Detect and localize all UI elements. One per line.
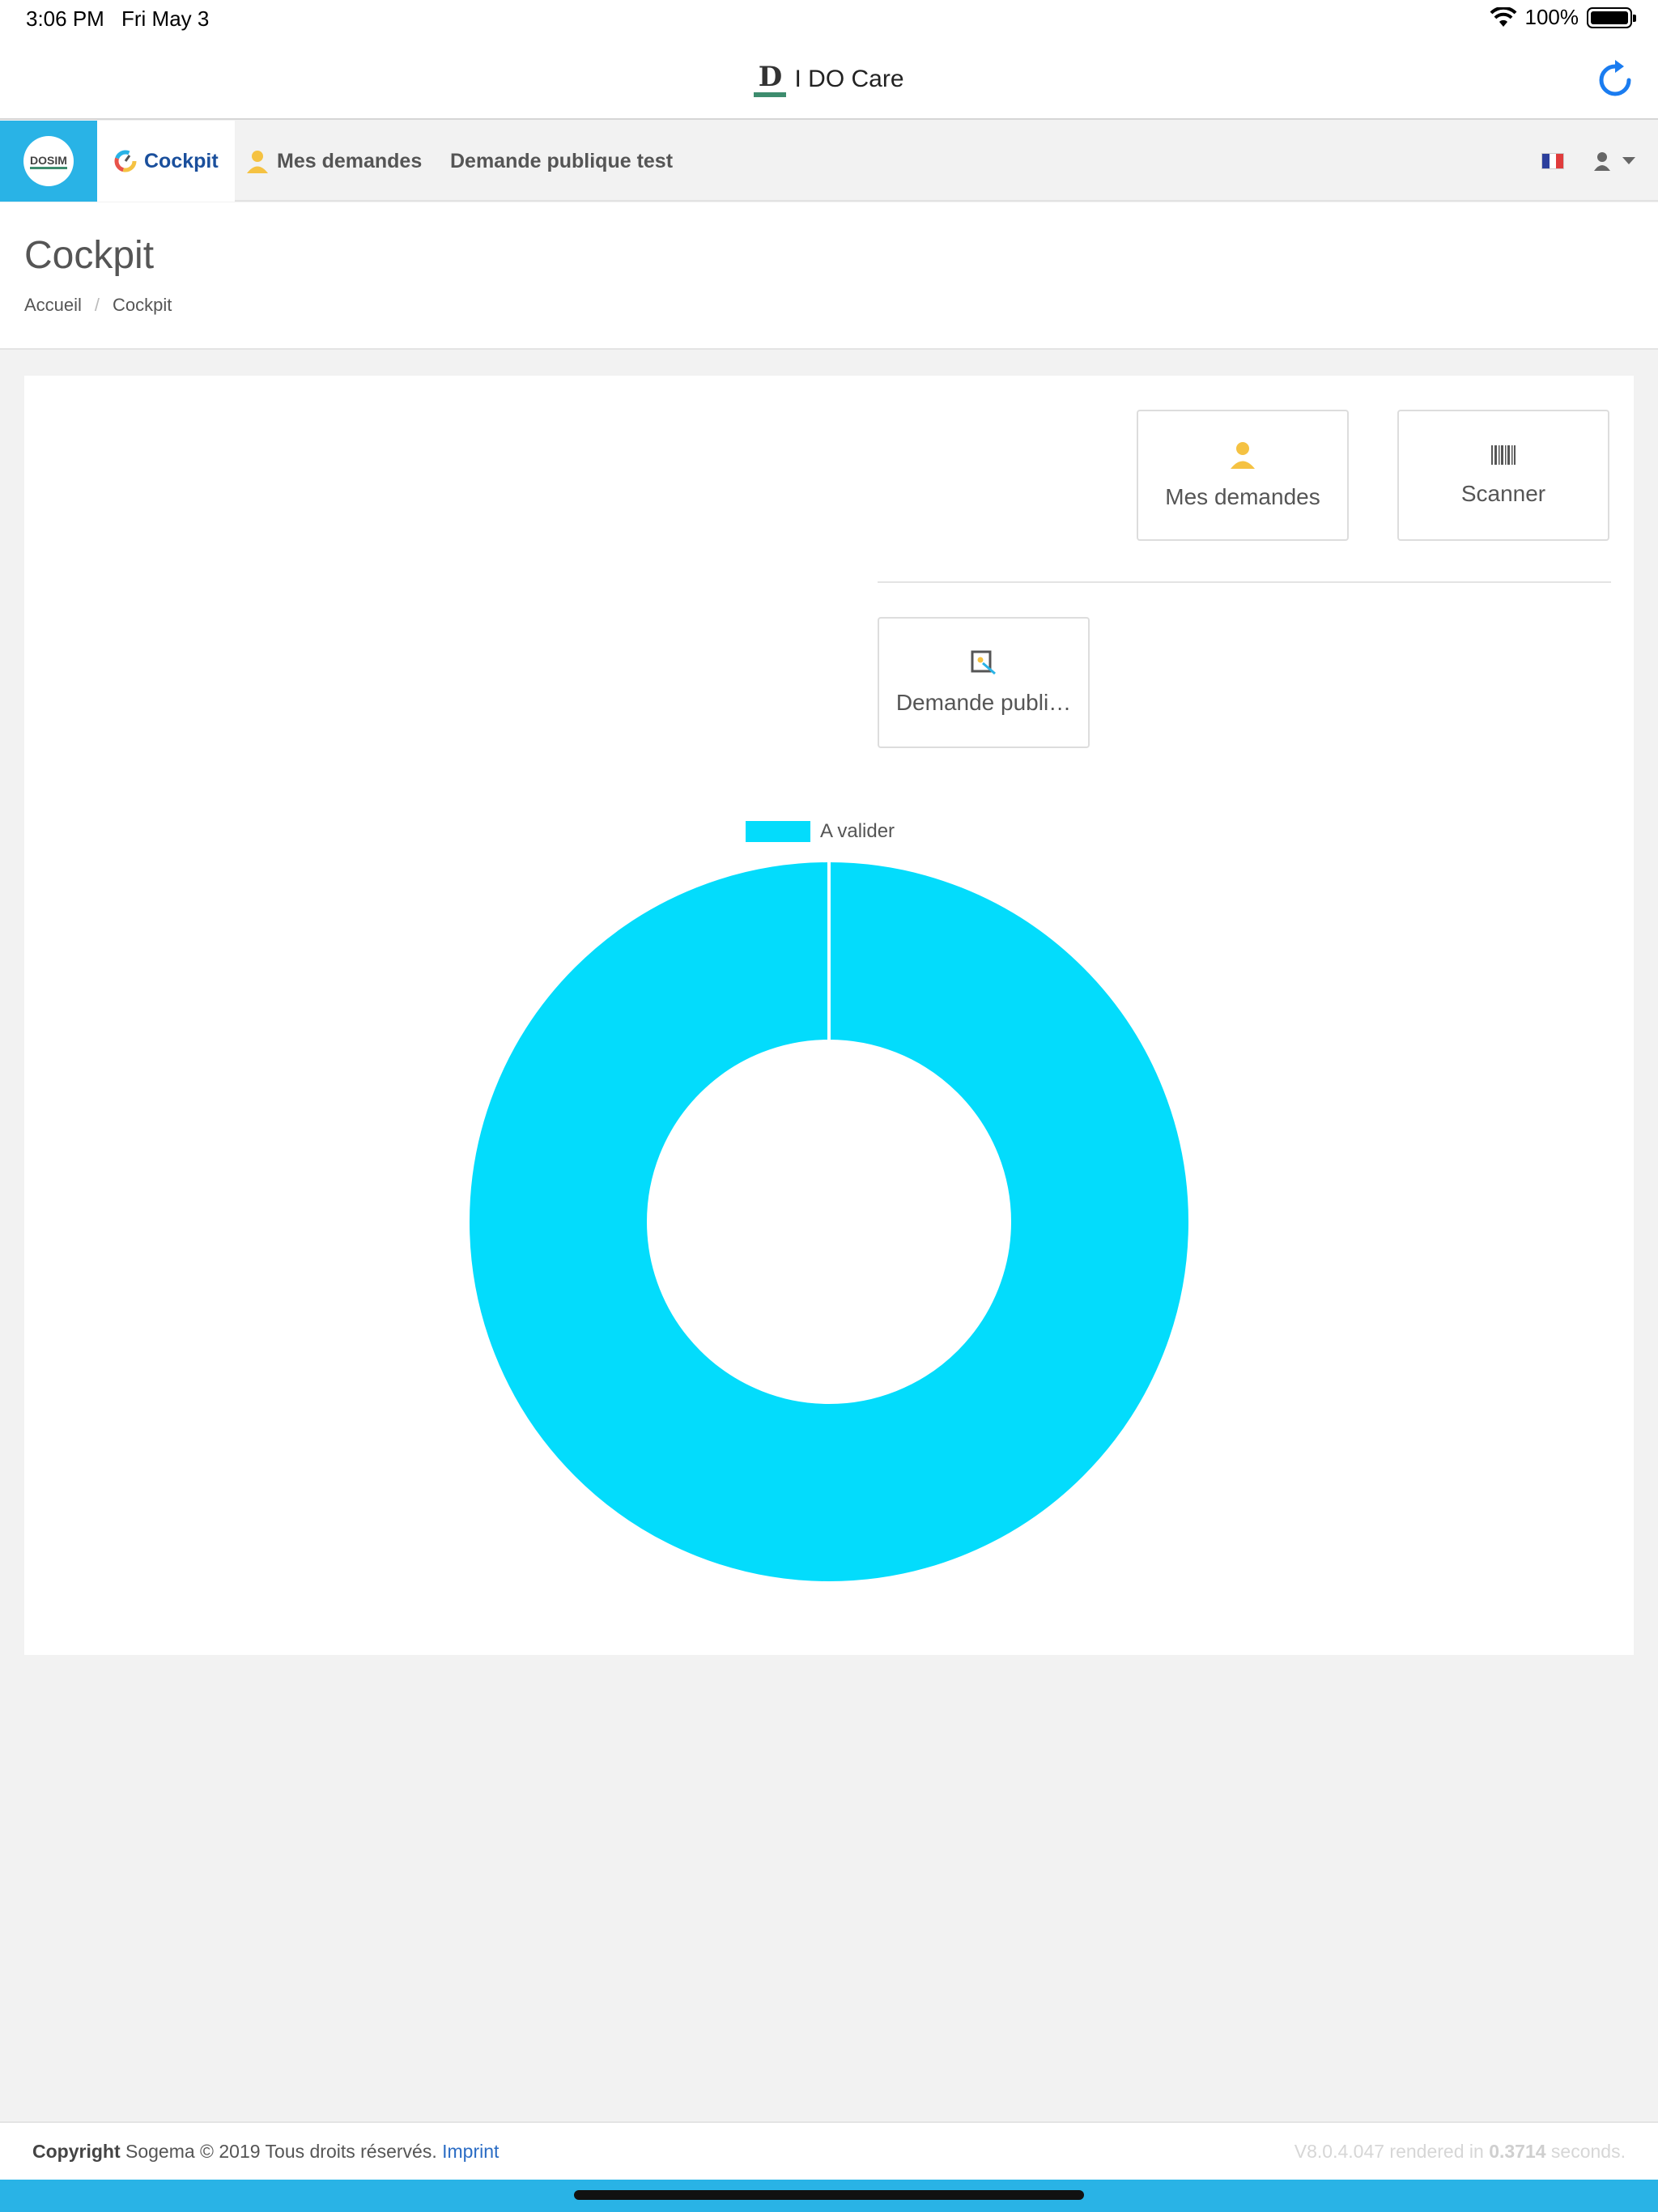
battery-icon (1587, 6, 1636, 28)
copyright-text: Sogema © 2019 Tous droits réservés. (120, 2141, 443, 2162)
nav-bar: DOSIM Cockpit Mes demandes Demande publi… (0, 121, 1658, 202)
nav-right-group (1541, 121, 1635, 202)
nav-item-demande-publique[interactable]: Demande publique test (434, 121, 689, 202)
donut-chart (470, 862, 1188, 1581)
copyright-label: Copyright (32, 2141, 121, 2162)
status-time: 3:06 PM (26, 6, 104, 31)
brand-name: DOSIM (30, 154, 67, 169)
status-right: 100% (1490, 5, 1636, 30)
app-logo-icon: D (754, 62, 787, 97)
app-title: I DO Care (794, 66, 904, 92)
brand-logo[interactable]: DOSIM (0, 121, 97, 202)
wifi-icon (1490, 6, 1516, 27)
refresh-icon[interactable] (1593, 58, 1637, 102)
status-date: Fri May 3 (121, 6, 210, 31)
imprint-link[interactable]: Imprint (442, 2141, 499, 2162)
user-icon (247, 151, 268, 173)
nav-item-cockpit-label: Cockpit (144, 149, 219, 172)
version-prefix: V8.0.4.047 rendered in (1294, 2141, 1490, 2162)
footer-copyright: Copyright Sogema © 2019 Tous droits rése… (32, 2141, 499, 2163)
cockpit-card: Mes demandes Scanner Demande publi… A va… (24, 376, 1634, 1655)
cockpit-gauge-icon (114, 150, 137, 172)
french-flag-icon[interactable] (1541, 153, 1564, 169)
brand-logo-badge: DOSIM (23, 136, 74, 186)
nav-item-demande-publique-label: Demande publique test (450, 149, 674, 172)
nav-item-mes-demandes-label: Mes demandes (277, 149, 423, 172)
nav-item-cockpit[interactable]: Cockpit (97, 121, 235, 202)
user-menu[interactable] (1593, 151, 1635, 171)
battery-percent: 100% (1524, 5, 1579, 29)
footer: Copyright Sogema © 2019 Tous droits rése… (0, 2121, 1658, 2180)
breadcrumb: Accueil / Cockpit (24, 295, 172, 316)
breadcrumb-cockpit: Cockpit (113, 295, 172, 315)
app-bar: D I DO Care (0, 39, 1658, 120)
page-title: Cockpit (24, 234, 155, 277)
version-suffix: seconds. (1545, 2141, 1626, 2162)
app-title-group: D I DO Care (0, 62, 1658, 97)
nav-item-mes-demandes[interactable]: Mes demandes (228, 121, 438, 202)
status-bar: 3:06 PM Fri May 3 100% (0, 0, 1658, 39)
chevron-down-icon (1622, 157, 1635, 164)
footer-version: V8.0.4.047 rendered in 0.3714 seconds. (1295, 2141, 1626, 2163)
render-time: 0.3714 (1489, 2141, 1546, 2162)
breadcrumb-accueil[interactable]: Accueil (24, 295, 82, 316)
breadcrumb-separator: / (94, 295, 100, 315)
user-account-icon (1594, 152, 1610, 171)
page-header: Cockpit Accueil / Cockpit (0, 202, 1658, 350)
home-indicator[interactable] (574, 2190, 1084, 2200)
